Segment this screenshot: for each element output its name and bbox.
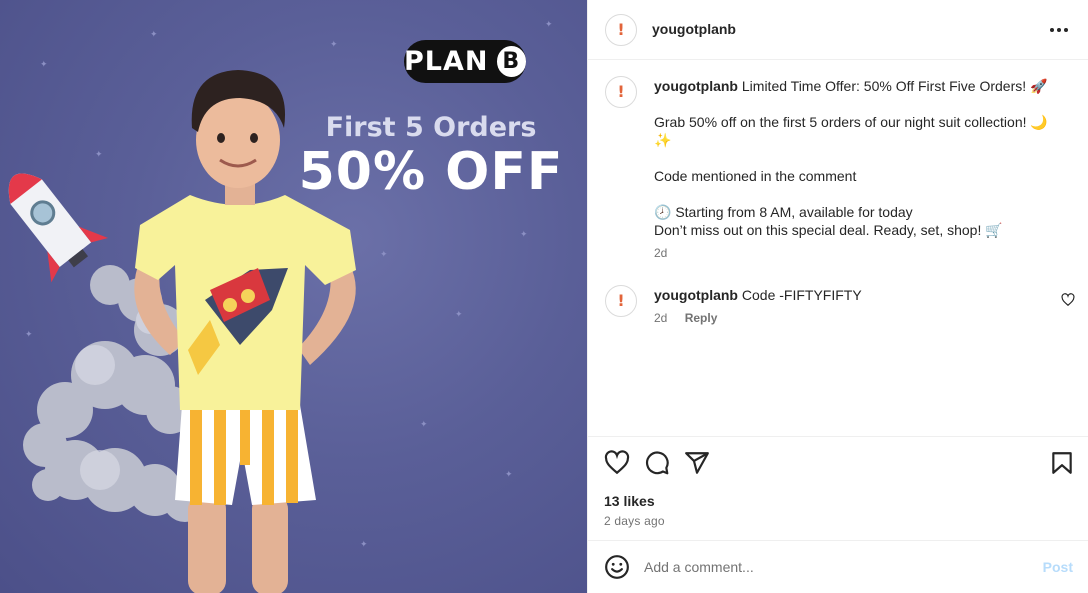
rocket-graphic (8, 173, 109, 283)
reply-button[interactable]: Reply (685, 311, 718, 325)
brand-avatar-icon: ! (617, 291, 625, 310)
promo-discount: 50% OFF (298, 142, 564, 202)
avatar[interactable]: ! (605, 285, 637, 317)
header-username[interactable]: yougotplanb (652, 21, 736, 37)
heart-icon[interactable] (604, 450, 630, 476)
comment-icon[interactable] (644, 450, 670, 476)
brand-avatar-icon: ! (617, 82, 625, 101)
comment-input[interactable] (644, 555, 1024, 579)
post-button[interactable]: Post (1043, 559, 1073, 575)
caption-username[interactable]: yougotplanb (654, 78, 738, 94)
caption-body: yougotplanb Limited Time Offer: 50% Off … (654, 77, 1054, 239)
caption-title: Limited Time Offer: 50% Off First Five O… (741, 78, 1048, 94)
comment-text: Code -FIFTYFIFTY (741, 287, 862, 303)
post-image[interactable]: ✦ ✦ ✦ ✦ ✦ ✦ ✦ ✦ ✦ ✦ ✦ ✦ PLAN B First 5 O… (0, 0, 587, 593)
avatar[interactable]: ! (605, 76, 637, 108)
striped-shorts (175, 405, 316, 505)
more-options-icon[interactable] (1047, 18, 1071, 42)
brand-avatar-icon: ! (617, 20, 625, 39)
caption-line: 🕗 Starting from 8 AM, available for toda… (654, 204, 913, 220)
comment-body: yougotplanb Code -FIFTYFIFTY (654, 286, 1054, 304)
brand-logo: PLAN B (404, 40, 526, 83)
comment-bar: Post (588, 540, 1088, 593)
avatar[interactable]: ! (605, 14, 637, 46)
caption-line: Code mentioned in the comment (654, 168, 857, 184)
action-bar: 13 likes 2 days ago (588, 436, 1088, 540)
post-illustration (8, 70, 356, 593)
caption-line: Don’t miss out on this special deal. Rea… (654, 222, 1003, 238)
comment-meta: 2d Reply (654, 311, 717, 325)
share-icon[interactable] (684, 450, 710, 476)
bookmark-icon[interactable] (1049, 450, 1075, 476)
caption-line: Grab 50% off on the first 5 orders of ou… (654, 114, 1048, 148)
post-header: ! yougotplanb (588, 0, 1088, 60)
comment-time[interactable]: 2d (654, 311, 667, 325)
comment-username[interactable]: yougotplanb (654, 287, 738, 303)
promo-headline: First 5 Orders (325, 112, 537, 143)
post-time[interactable]: 2 days ago (604, 514, 665, 528)
comment-heart-icon[interactable] (1061, 293, 1075, 307)
caption-time[interactable]: 2d (654, 246, 667, 260)
brand-logo-text: PLAN (404, 46, 489, 77)
emoji-icon[interactable] (604, 554, 630, 580)
post-panel: ! yougotplanb ! yougotplanb Limited Time… (587, 0, 1088, 593)
like-count[interactable]: 13 likes (604, 493, 655, 509)
brand-logo-letter: B (496, 46, 526, 77)
